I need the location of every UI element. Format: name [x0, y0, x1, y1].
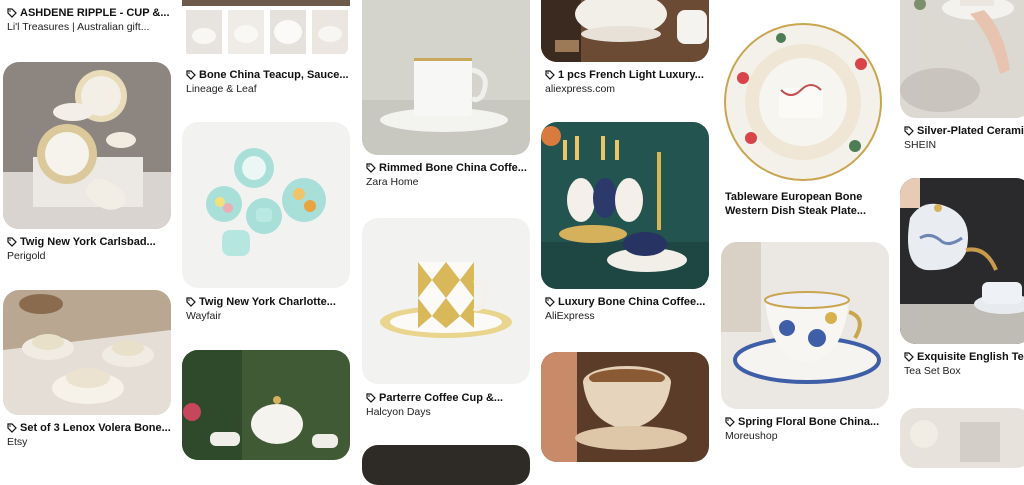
- tag-icon: [366, 393, 376, 403]
- pin-source[interactable]: Tea Set Box: [904, 364, 1024, 378]
- pin-image[interactable]: [900, 408, 1024, 468]
- pin-title[interactable]: Rimmed Bone China Coffe...: [379, 161, 527, 175]
- pin-title[interactable]: Twig New York Carlsbad...: [20, 235, 156, 249]
- pin-image[interactable]: [541, 122, 709, 289]
- pin-source[interactable]: Moreushop: [725, 429, 889, 443]
- pin-image[interactable]: [721, 18, 889, 185]
- pin-image[interactable]: [3, 290, 171, 415]
- pin-image[interactable]: [362, 0, 530, 155]
- pin-title[interactable]: Exquisite English Tea: [917, 350, 1024, 364]
- tag-icon: [186, 297, 196, 307]
- pin-title[interactable]: 1 pcs French Light Luxury...: [558, 68, 704, 82]
- pin-title[interactable]: Twig New York Charlotte...: [199, 295, 336, 309]
- pin-title[interactable]: Silver-Plated Ceramic: [917, 124, 1024, 138]
- tag-icon: [7, 8, 17, 18]
- pin-image[interactable]: [362, 445, 530, 485]
- pin-source[interactable]: Halcyon Days: [366, 405, 530, 419]
- pin-source[interactable]: Zara Home: [366, 175, 530, 189]
- pin-source[interactable]: Perigold: [7, 249, 171, 263]
- pin-source[interactable]: Wayfair: [186, 309, 350, 323]
- pin-image[interactable]: [362, 218, 530, 384]
- tag-icon: [904, 352, 914, 362]
- tag-icon: [904, 126, 914, 136]
- pin-title[interactable]: Bone China Teacup, Sauce...: [199, 68, 349, 82]
- tag-icon: [7, 423, 17, 433]
- tag-icon: [725, 417, 735, 427]
- pin-source[interactable]: SHEIN: [904, 138, 1024, 152]
- pin-title[interactable]: Spring Floral Bone China...: [738, 415, 879, 429]
- pin-title[interactable]: ASHDENE RIPPLE - CUP &...: [20, 6, 170, 20]
- pin-source[interactable]: Lineage & Leaf: [186, 82, 350, 96]
- pin-image[interactable]: [182, 122, 350, 288]
- pin-title[interactable]: Parterre Coffee Cup &...: [379, 391, 503, 405]
- pin-image[interactable]: [541, 352, 709, 462]
- pin-title[interactable]: Set of 3 Lenox Volera Bone...: [20, 421, 171, 435]
- pin-image[interactable]: [900, 178, 1024, 344]
- tag-icon: [186, 70, 196, 80]
- pin-source[interactable]: aliexpress.com: [545, 82, 709, 96]
- pin-image[interactable]: [182, 0, 350, 58]
- pin-image[interactable]: [900, 0, 1024, 118]
- tag-icon: [545, 70, 555, 80]
- pin-source[interactable]: Etsy: [7, 435, 171, 449]
- pin-image[interactable]: [182, 350, 350, 460]
- pin-title[interactable]: Tableware European Bone: [725, 190, 889, 204]
- pin-title[interactable]: Luxury Bone China Coffee...: [558, 295, 705, 309]
- pin-source[interactable]: AliExpress: [545, 309, 709, 323]
- pin-title-line-2: Western Dish Steak Plate...: [725, 205, 867, 217]
- tag-icon: [7, 237, 17, 247]
- tag-icon: [366, 163, 376, 173]
- pin-image[interactable]: [541, 0, 709, 62]
- pin-source[interactable]: Li'l Treasures | Australian gift...: [7, 20, 171, 34]
- tag-icon: [545, 297, 555, 307]
- pin-image[interactable]: [721, 242, 889, 409]
- pin-image[interactable]: [3, 62, 171, 229]
